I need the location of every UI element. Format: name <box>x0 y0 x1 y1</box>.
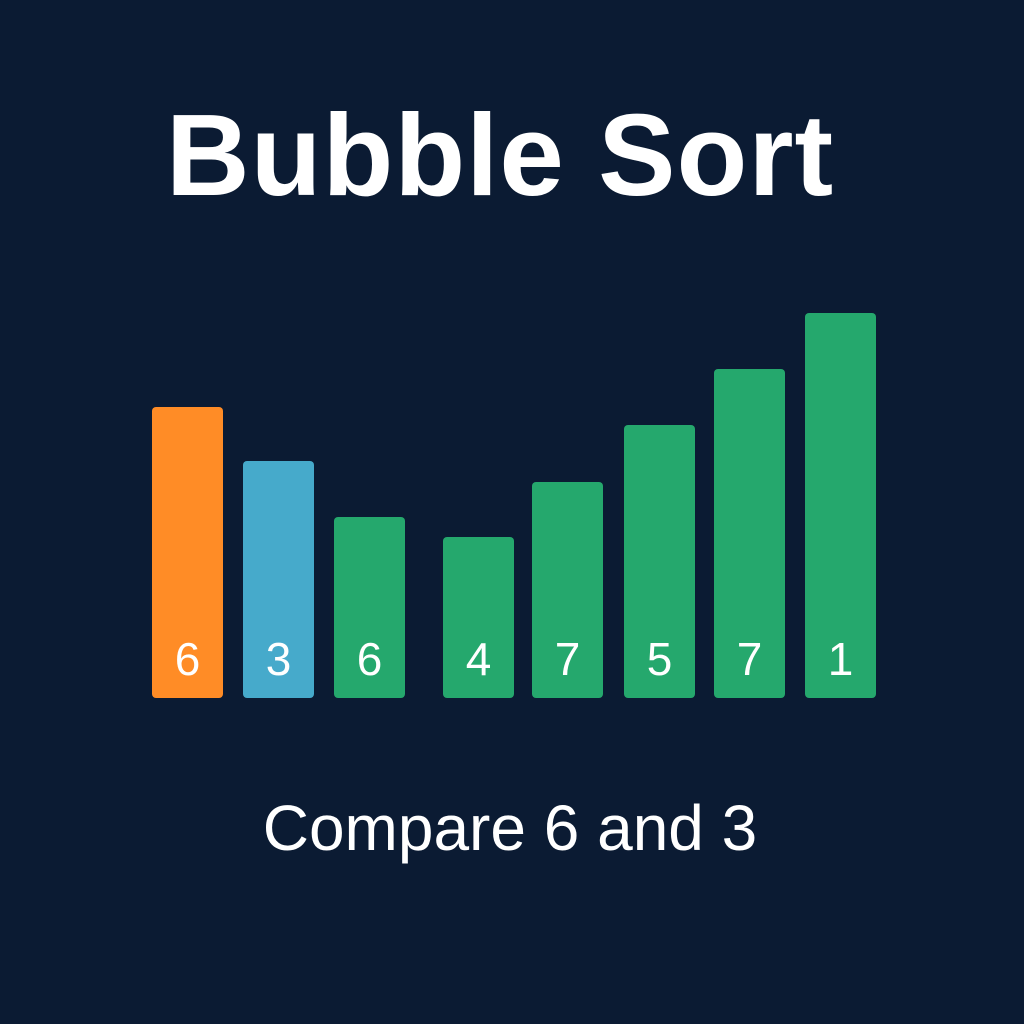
bubble-sort-visualization: Bubble Sort 63647571 Compare 6 and 3 <box>0 0 1024 1024</box>
bar-value-label: 7 <box>736 633 763 685</box>
bar-value-label: 7 <box>554 633 581 685</box>
array-bar: 5 <box>624 425 695 698</box>
bar-value-label: 3 <box>265 633 292 685</box>
array-bar: 3 <box>243 461 314 698</box>
bar-value-label: 5 <box>646 633 673 685</box>
bar-value-label: 6 <box>356 633 383 685</box>
step-caption: Compare 6 and 3 <box>262 792 758 864</box>
array-bar: 7 <box>714 369 785 698</box>
bar-array: 6 3 6 4 7 5 7 1 <box>0 0 1024 1024</box>
array-bar: 6 <box>152 407 223 698</box>
array-bar: 1 <box>805 313 876 698</box>
bar-value-label: 4 <box>465 633 492 685</box>
array-bar: 4 <box>443 537 514 698</box>
array-bar: 6 <box>334 517 405 698</box>
bar-value-label: 6 <box>174 633 201 685</box>
array-bar: 7 <box>532 482 603 698</box>
bar-value-label: 1 <box>827 633 854 685</box>
